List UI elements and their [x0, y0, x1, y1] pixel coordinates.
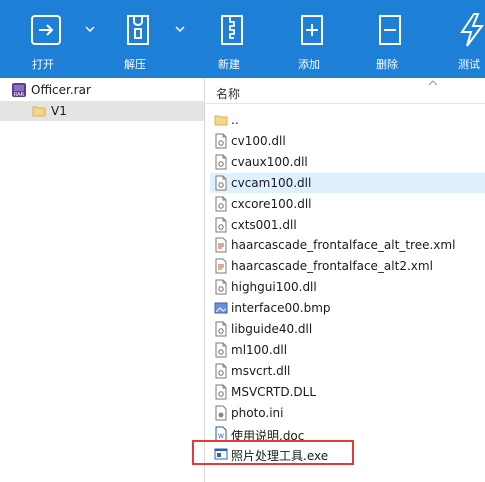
add-button[interactable]: 添加 — [286, 0, 340, 78]
dll-file-icon — [215, 175, 227, 191]
dll-file-icon — [215, 133, 227, 149]
dll-file-icon — [215, 363, 227, 379]
extract-label: 解压 — [124, 58, 146, 71]
file-list-item[interactable]: MSVCRTD.DLL — [210, 382, 485, 402]
extract-icon — [127, 15, 149, 45]
file-name: msvcrt.dll — [231, 363, 291, 378]
file-name: cv100.dll — [231, 133, 286, 148]
file-name: highgui100.dll — [231, 280, 317, 295]
tree-item-folder-v1[interactable]: V1 — [0, 101, 204, 121]
test-label: 测试 — [458, 58, 480, 71]
tree-item-archive[interactable]: RAR Officer.rar — [0, 80, 204, 100]
delete-button[interactable]: 删除 — [364, 0, 418, 78]
dll-file-icon — [215, 321, 227, 337]
extract-dropdown-icon[interactable] — [175, 24, 185, 34]
file-list-item[interactable]: interface00.bmp — [210, 298, 485, 318]
new-label: 新建 — [218, 58, 240, 71]
new-icon — [221, 15, 243, 45]
test-icon — [460, 13, 484, 47]
bmp-file-icon — [214, 302, 228, 314]
folder-tree: RAR Officer.rar V1 — [0, 78, 205, 482]
add-label: 添加 — [298, 58, 320, 71]
xml-file-icon — [215, 258, 227, 274]
open-label: 打开 — [32, 58, 54, 71]
file-list-item[interactable]: .. — [210, 110, 485, 130]
dll-file-icon — [215, 279, 227, 295]
file-list-item[interactable]: highgui100.dll — [210, 277, 485, 297]
test-button[interactable]: 测试 — [446, 0, 485, 78]
new-button[interactable]: 新建 — [206, 0, 260, 78]
ini-file-icon — [215, 405, 227, 421]
add-icon — [301, 15, 323, 45]
file-name: haarcascade_frontalface_alt_tree.xml — [231, 238, 456, 253]
dll-file-icon — [215, 384, 227, 400]
toolbar: 打开 解压 新建 添加 删除 测试 — [0, 0, 485, 78]
file-name: cxts001.dll — [231, 217, 297, 232]
rar-archive-icon: RAR — [12, 83, 26, 98]
svg-text:RAR: RAR — [14, 92, 25, 98]
open-icon — [31, 15, 61, 45]
file-list-item[interactable]: cxts001.dll — [210, 215, 485, 235]
column-header-name[interactable]: 名称 — [206, 78, 485, 104]
file-list-item[interactable]: cv100.dll — [210, 131, 485, 151]
svg-text:W: W — [218, 433, 224, 440]
file-list-item[interactable]: haarcascade_frontalface_alt_tree.xml — [210, 235, 485, 255]
dll-file-icon — [215, 196, 227, 212]
dll-file-icon — [215, 217, 227, 232]
folder-icon — [214, 115, 228, 126]
file-list-item[interactable]: ml100.dll — [210, 340, 485, 360]
file-name: .. — [231, 113, 239, 127]
open-dropdown-icon[interactable] — [85, 24, 95, 34]
open-button[interactable]: 打开 — [18, 0, 72, 78]
tree-item-archive-label: Officer.rar — [31, 83, 91, 97]
tree-item-folder-label: V1 — [51, 104, 67, 118]
file-name: interface00.bmp — [231, 301, 331, 316]
file-name: cvaux100.dll — [231, 154, 308, 169]
file-list-item[interactable]: msvcrt.dll — [210, 361, 485, 381]
file-name: ml100.dll — [231, 342, 288, 357]
delete-icon — [379, 15, 401, 45]
file-name: MSVCRTD.DLL — [231, 384, 317, 399]
file-list: 名称 .. cv100.dll cvaux100.dll cvcam100.dll cx… — [206, 78, 485, 482]
file-name: photo.ini — [231, 405, 284, 420]
column-header-label: 名称 — [216, 87, 241, 101]
folder-icon — [32, 106, 46, 117]
highlight-box — [192, 440, 354, 465]
file-list-item[interactable]: cvcam100.dll — [210, 172, 485, 193]
file-list-item[interactable]: cvaux100.dll — [210, 152, 485, 172]
file-list-item[interactable]: photo.ini — [210, 403, 485, 423]
xml-file-icon — [215, 237, 227, 253]
file-name: haarcascade_frontalface_alt2.xml — [231, 259, 433, 274]
delete-label: 删除 — [376, 58, 398, 71]
file-list-item[interactable]: libguide40.dll — [210, 319, 485, 339]
extract-button[interactable]: 解压 — [112, 0, 166, 78]
sort-ascending-icon — [428, 80, 438, 86]
dll-file-icon — [215, 154, 227, 170]
file-name: libguide40.dll — [231, 322, 313, 336]
file-name: cvcam100.dll — [231, 175, 312, 190]
file-list-item[interactable]: cxcore100.dll — [210, 194, 485, 214]
dll-file-icon — [215, 342, 227, 358]
file-name: cxcore100.dll — [231, 196, 312, 211]
file-list-item[interactable]: haarcascade_frontalface_alt2.xml — [210, 256, 485, 276]
